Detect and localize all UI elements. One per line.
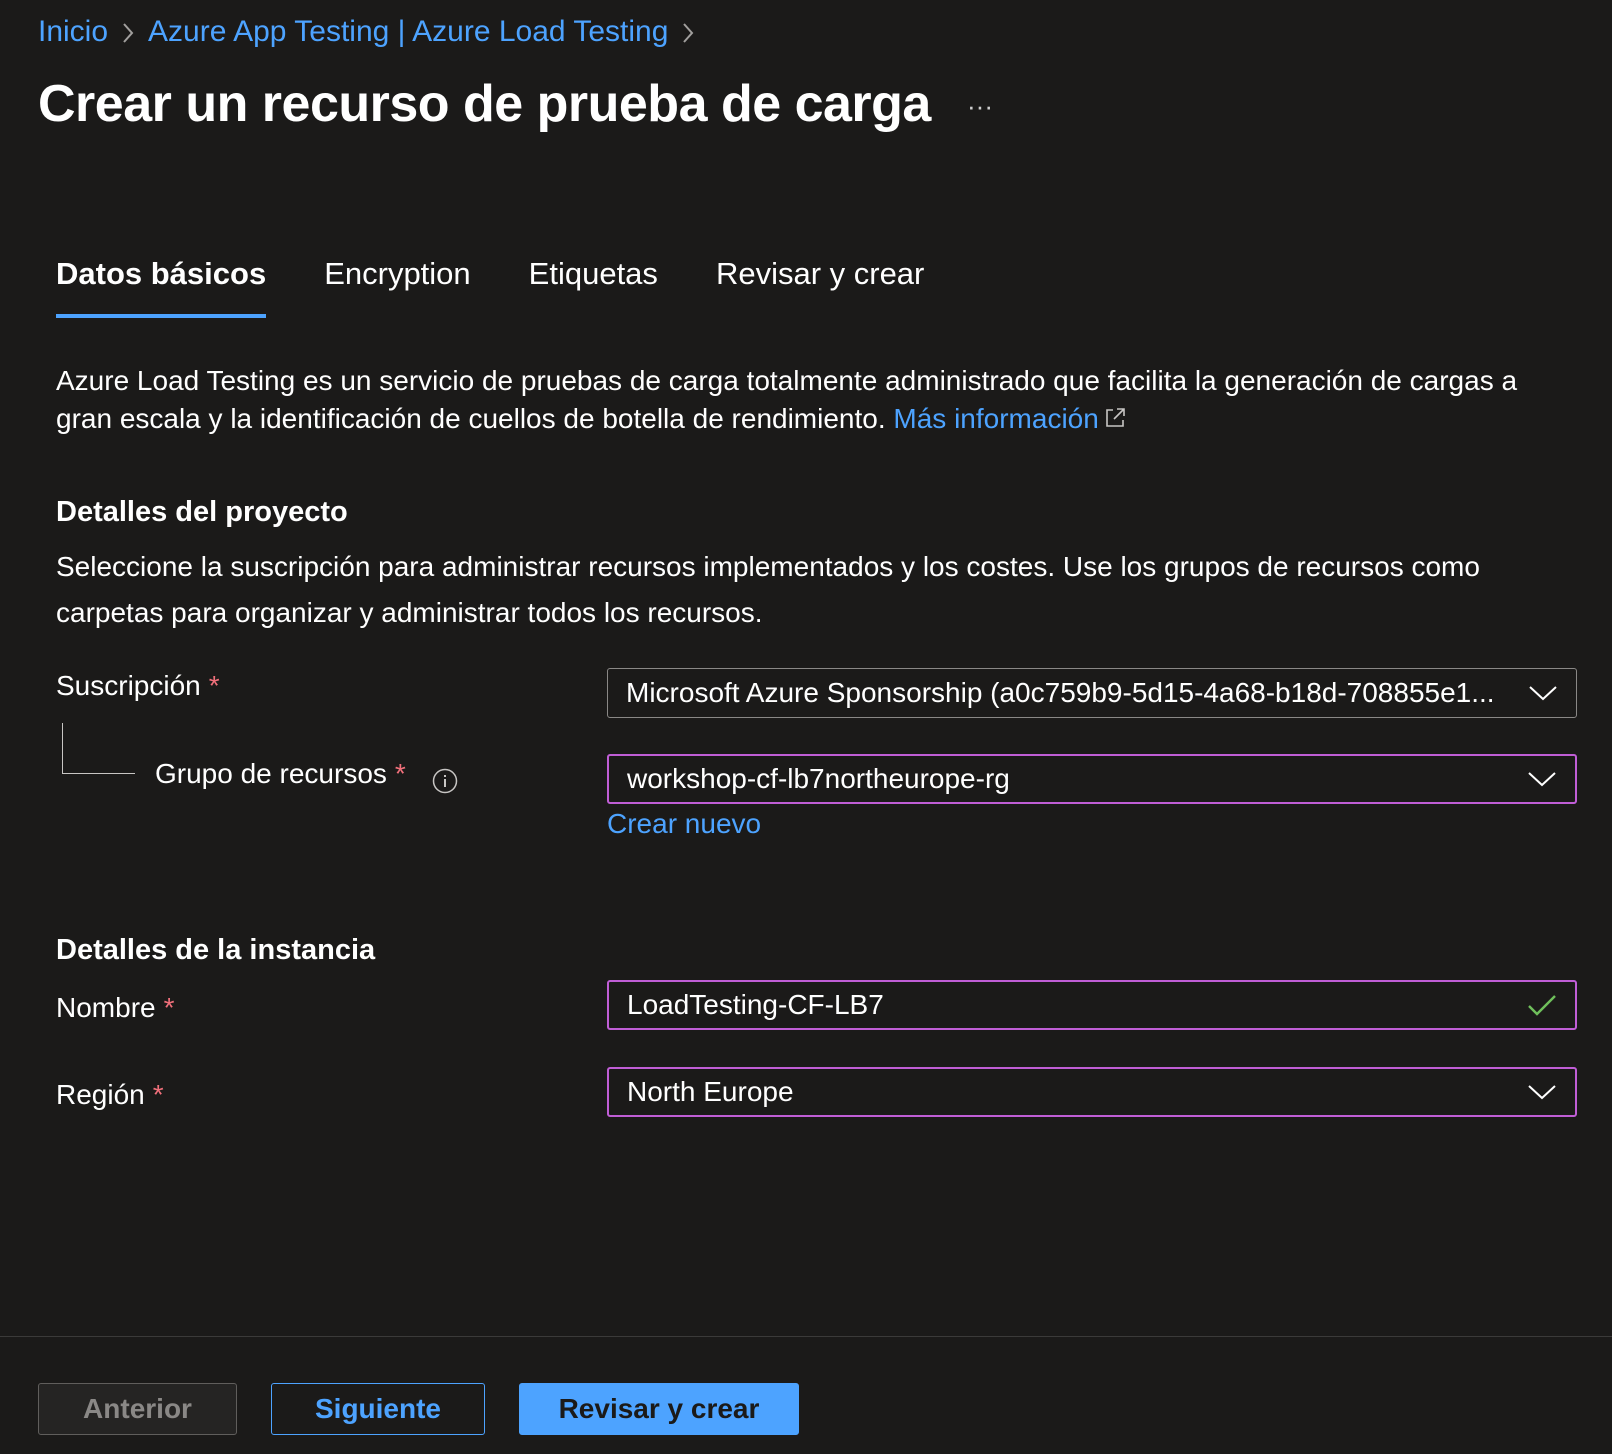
- create-new-resource-group-link[interactable]: Crear nuevo: [607, 808, 761, 840]
- tab-datos-basicos[interactable]: Datos básicos: [56, 256, 267, 318]
- tab-etiquetas[interactable]: Etiquetas: [529, 256, 658, 318]
- footer-divider: [0, 1336, 1612, 1337]
- review-and-create-button[interactable]: Revisar y crear: [519, 1383, 799, 1435]
- name-label-text: Nombre: [56, 992, 156, 1023]
- breadcrumb: Inicio Azure App Testing | Azure Load Te…: [38, 12, 708, 52]
- name-input-value: LoadTesting-CF-LB7: [627, 989, 884, 1020]
- next-button[interactable]: Siguiente: [271, 1383, 485, 1435]
- intro-text: Azure Load Testing es un servicio de pru…: [56, 365, 1518, 434]
- checkmark-icon: [1527, 993, 1557, 1017]
- region-select[interactable]: North Europe: [607, 1067, 1577, 1117]
- more-info-link-label[interactable]: Más información: [893, 403, 1098, 434]
- chevron-down-icon: [1527, 1083, 1557, 1101]
- required-marker: *: [394, 758, 406, 789]
- tab-bar: Datos básicos Encryption Etiquetas Revis…: [56, 256, 982, 318]
- subscription-label-text: Suscripción: [56, 670, 201, 701]
- name-input[interactable]: LoadTesting-CF-LB7: [607, 980, 1577, 1030]
- region-label-text: Región: [56, 1079, 145, 1110]
- chevron-right-icon: [668, 15, 708, 49]
- required-marker: *: [152, 1079, 164, 1110]
- breadcrumb-home-link[interactable]: Inicio: [38, 15, 108, 49]
- resource-group-label-text: Grupo de recursos: [155, 758, 387, 789]
- subscription-select[interactable]: Microsoft Azure Sponsorship (a0c759b9-5d…: [607, 668, 1577, 718]
- tab-revisar-y-crear[interactable]: Revisar y crear: [716, 256, 924, 318]
- page-title: Crear un recurso de prueba de carga: [38, 75, 931, 133]
- info-icon[interactable]: [432, 768, 458, 794]
- chevron-down-icon: [1528, 684, 1558, 702]
- resource-group-select[interactable]: workshop-cf-lb7northeurope-rg: [607, 754, 1577, 804]
- tab-encryption[interactable]: Encryption: [324, 256, 470, 318]
- subscription-select-value: Microsoft Azure Sponsorship (a0c759b9-5d…: [626, 677, 1495, 708]
- tree-connector: [62, 723, 135, 774]
- chevron-right-icon: [108, 15, 148, 49]
- previous-button[interactable]: Anterior: [38, 1383, 237, 1435]
- name-label: Nombre *: [56, 992, 175, 1024]
- required-marker: *: [163, 992, 175, 1023]
- subscription-label: Suscripción *: [56, 670, 220, 702]
- resource-group-label: Grupo de recursos *: [155, 758, 406, 790]
- required-marker: *: [208, 670, 220, 701]
- intro-description: Azure Load Testing es un servicio de pru…: [56, 362, 1556, 438]
- external-link-icon: [1106, 408, 1125, 427]
- project-details-description: Seleccione la suscripción para administr…: [56, 551, 1480, 628]
- resource-group-select-value: workshop-cf-lb7northeurope-rg: [627, 763, 1010, 794]
- chevron-down-icon: [1527, 770, 1557, 788]
- more-options-button[interactable]: ···: [962, 88, 998, 124]
- instance-details-heading: Detalles de la instancia: [56, 934, 376, 966]
- region-label: Región *: [56, 1079, 164, 1111]
- project-details-heading: Detalles del proyecto: [56, 496, 348, 528]
- breadcrumb-azure-app-testing-link[interactable]: Azure App Testing | Azure Load Testing: [148, 15, 668, 49]
- region-select-value: North Europe: [627, 1076, 794, 1107]
- more-info-link[interactable]: Más información: [893, 403, 1126, 434]
